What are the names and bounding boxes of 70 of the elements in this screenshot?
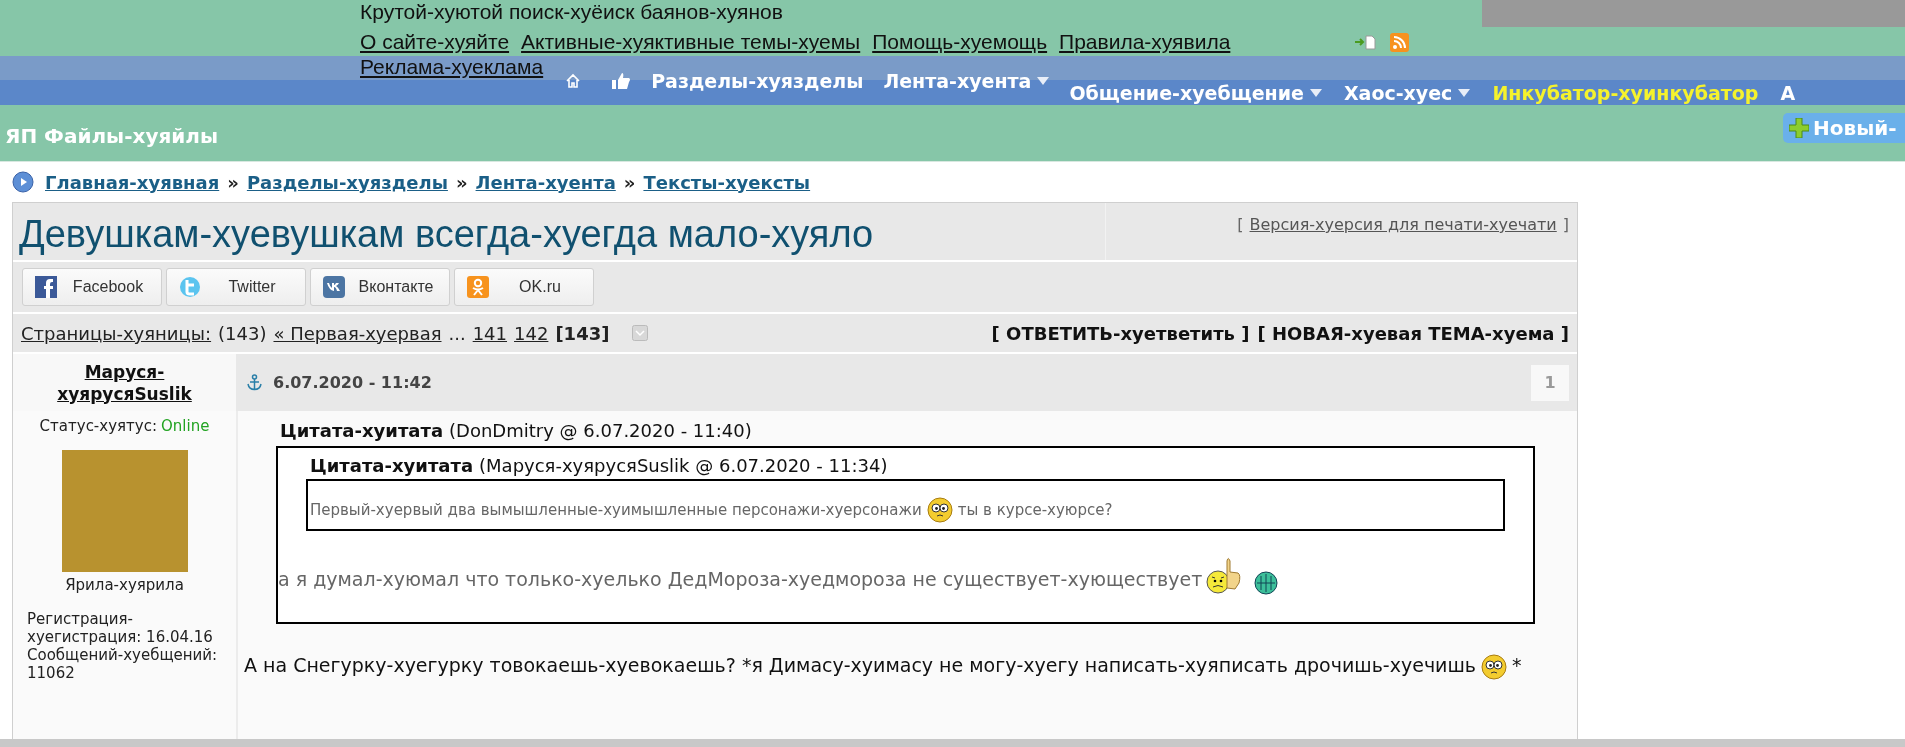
horizontal-scrollbar[interactable] [0, 739, 1905, 747]
share-button[interactable]: OK.ru [454, 268, 594, 306]
nav-menu-item[interactable]: Разделы-хуязделы [651, 67, 864, 96]
nav-menu-item[interactable]: Хаос-хуес [1343, 79, 1471, 108]
quote-text: ты в курсе-хуюрсе? [957, 499, 1113, 521]
anchor-icon [246, 374, 263, 391]
print-version-link[interactable]: Версия-хуерсия для печати-хуечати [1249, 213, 1557, 237]
bracket-text: [ [1237, 214, 1244, 236]
smiley-icon [1481, 653, 1508, 680]
quote-meta: (Маруся-хуярусяSuslik @ 6.07.2020 - 11:34) [479, 454, 888, 478]
pages-label-link[interactable]: Страницы-хуяницы: [21, 319, 212, 347]
quote-meta: (DonDmitry @ 6.07.2020 - 11:40) [449, 419, 752, 443]
page-link[interactable]: 142 [514, 319, 549, 347]
smiley-icon [926, 497, 953, 523]
post-count: Сообщений-хуебщений: 11062 [26, 646, 219, 682]
breadcrumb-link[interactable]: Разделы-хуязделы [246, 168, 448, 196]
breadcrumb-separator: » [623, 170, 636, 195]
share-button[interactable]: Вконтакте [310, 268, 450, 306]
breadcrumb-link[interactable]: Лента-хуента [475, 168, 616, 196]
breadcrumb-separator: » [227, 170, 239, 195]
quote-text: а я думал-хуюмал что только-хуелько ДедМороза-хуедмороза не существует-хующествует [278, 566, 1203, 592]
post-message: А на Снегурку-хуегурку товокаешь-хуевокаешь? *я Димасу-хуимасу не могу-хуегу написать-хуяписать дрочишь-хуечишь * [244, 648, 1547, 682]
user-rank: Ярила-хуярила [65, 574, 184, 596]
bracket-text: ] [1562, 214, 1569, 236]
topic-action-link[interactable]: [ ОТВЕТИТЬ-хуетветить ] [991, 319, 1250, 347]
header-link[interactable]: Активные-хуяктивные темы-хуемы [521, 29, 861, 55]
globe-smiley-icon [1254, 571, 1279, 595]
nav-menu-item[interactable]: А [1780, 79, 1796, 108]
breadcrumb-link[interactable]: Главная-хуявная [45, 168, 220, 196]
header-link[interactable]: Реклама-хуеклама [360, 55, 544, 79]
rss-icon [1390, 32, 1410, 52]
share-button[interactable]: Facebook [22, 268, 162, 306]
registration-date: Регистрация-хуегистрация: 16.04.16 [26, 610, 214, 646]
status-value: Online [161, 416, 210, 437]
status-label: Статус-хуятус: [39, 416, 157, 437]
pages-ellipsis: ... [448, 321, 466, 346]
quote-title: Цитата-хуитата [280, 419, 444, 443]
quote-text: Первый-хуервый два вымышленные-хуимышленные персонажи-хуерсонажи [310, 499, 922, 521]
plus-icon [1789, 118, 1809, 138]
ok-icon [467, 276, 489, 298]
section-title: ЯП Файлы-хуяйлы [4, 123, 218, 150]
breadcrumb-separator: » [455, 170, 468, 195]
twitter-icon [179, 276, 201, 298]
breadcrumb-link[interactable]: Тексты-хуексты [643, 168, 811, 196]
topic-title: Девушкам-хуевушкам всегда-хуегда мало-хуяло [18, 212, 875, 257]
page-count: (143) [218, 321, 267, 346]
pointing-smiley-icon [1206, 555, 1243, 595]
header-link[interactable]: Помощь-хуемощь [872, 29, 1048, 55]
first-page-link[interactable]: « Первая-хуервая [273, 319, 442, 347]
site-tagline: Крутой-хуютой поиск-хуёиск баянов-хуянов [360, 0, 783, 24]
caret-icon [1458, 89, 1471, 98]
header-link[interactable]: Правила-хуявила [1059, 29, 1231, 55]
facebook-icon [35, 276, 57, 298]
header-link[interactable]: О сайте-хуяйте [360, 29, 510, 55]
caret-icon [1037, 77, 1050, 86]
home-icon [565, 73, 582, 90]
quote-title: Цитата-хуитата [310, 454, 474, 478]
dropdown-icon [632, 325, 649, 341]
thumbs-up-icon [611, 72, 632, 91]
post-date: 6.07.2020 - 11:42 [273, 371, 433, 394]
post-number: 1 [1531, 364, 1569, 401]
share-button[interactable]: Twitter [166, 268, 306, 306]
page-link[interactable]: 141 [472, 319, 508, 347]
topic-action-link[interactable]: [ НОВАЯ-хуевая ТЕМА-хуема ] [1257, 319, 1569, 347]
nav-menu-item[interactable]: Общение-хуебщение [1069, 79, 1322, 108]
caret-icon [1309, 89, 1322, 98]
current-page: [143] [555, 321, 610, 346]
new-page-icon [1354, 34, 1377, 50]
vk-icon [323, 276, 345, 298]
nav-menu-item[interactable]: Лента-хуента [883, 67, 1050, 96]
